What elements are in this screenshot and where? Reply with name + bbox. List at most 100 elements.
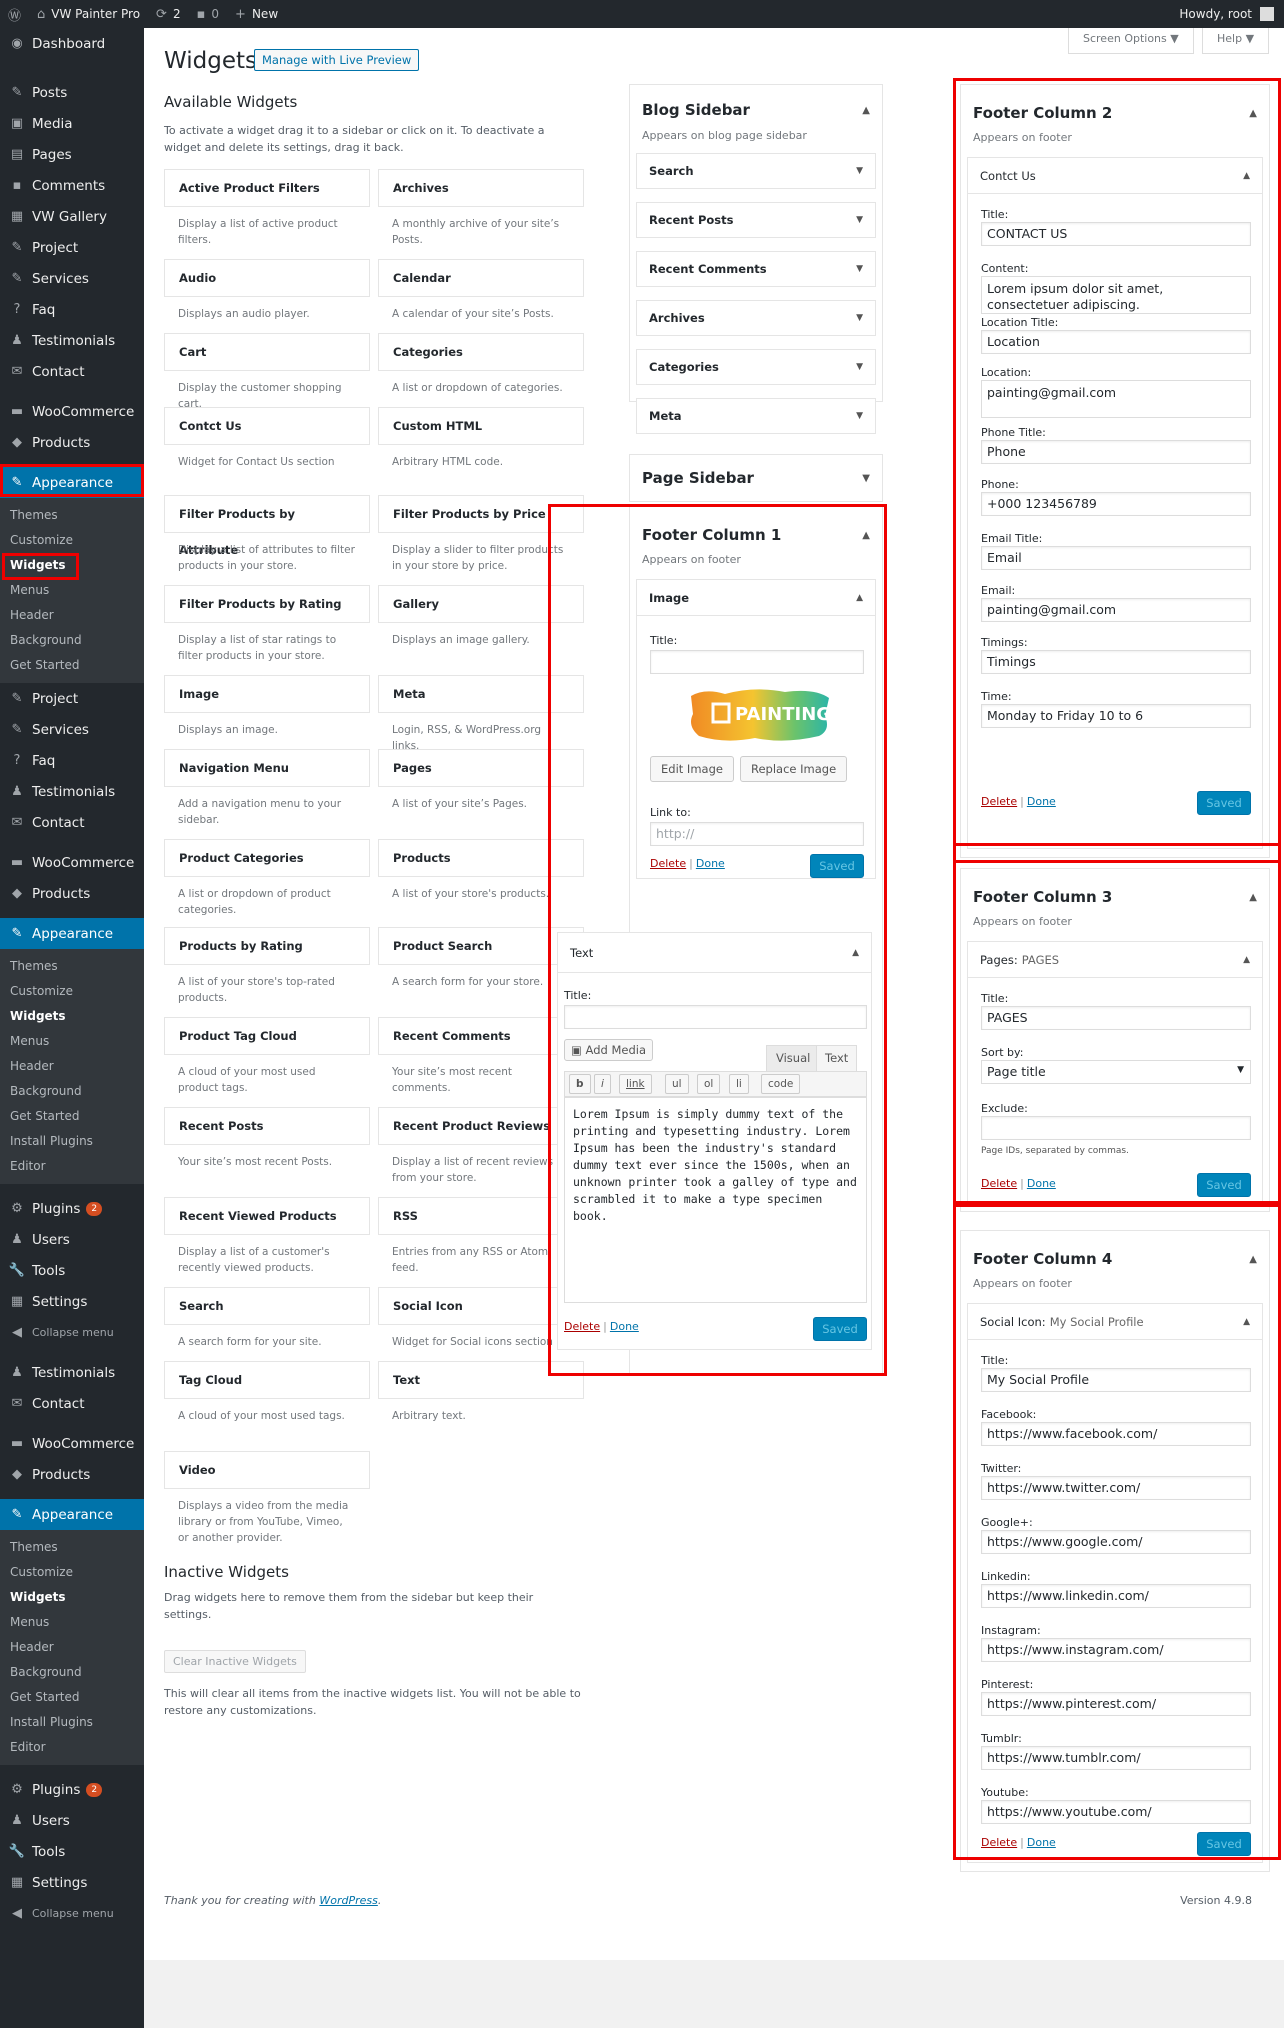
quicktag-code-button[interactable]: code	[761, 1074, 801, 1094]
blog-sidebar-widget-recent-comments[interactable]: Recent Comments ▼	[636, 251, 876, 287]
widget-title[interactable]: Recent Comments	[378, 1017, 584, 1055]
footer-column-3-header[interactable]: Footer Column 3 ▲	[961, 869, 1269, 913]
caret-down-icon[interactable]: ▼	[856, 264, 863, 274]
submenu-item-widgets[interactable]: Widgets	[0, 1585, 144, 1610]
submenu-item-themes[interactable]: Themes	[0, 1535, 144, 1560]
new-content-link[interactable]: + New	[227, 0, 286, 28]
page-sidebar-area[interactable]: Page Sidebar ▼	[629, 454, 883, 502]
contact-field-location-title-input[interactable]: Location	[981, 330, 1251, 354]
widget-title[interactable]: Recent Viewed Products	[164, 1197, 370, 1235]
screen-options-button[interactable]: Screen Options ▼	[1068, 28, 1194, 54]
submenu-item-themes[interactable]: Themes	[0, 954, 144, 979]
footer-column-4-header[interactable]: Footer Column 4 ▲	[961, 1231, 1269, 1275]
image-title-input[interactable]	[650, 650, 864, 674]
widget-tag-cloud[interactable]: Tag Cloud A cloud of your most used tags.	[164, 1361, 370, 1424]
social-field-instagram-input[interactable]: https://www.instagram.com/	[981, 1638, 1251, 1662]
widget-title[interactable]: Product Tag Cloud	[164, 1017, 370, 1055]
widget-title[interactable]: Calendar	[378, 259, 584, 297]
submenu-item-background[interactable]: Background	[0, 1079, 144, 1104]
updates-link[interactable]: ⟳ 2	[148, 0, 189, 28]
sidebar-item-services[interactable]: ✎ Services	[0, 263, 144, 294]
widget-search[interactable]: Search A search form for your site.	[164, 1287, 370, 1350]
caret-up-icon[interactable]: ▲	[1249, 1254, 1257, 1265]
widget-title[interactable]: Pages	[378, 749, 584, 787]
sidebar-item-plugins[interactable]: ⚙ Plugins 2	[0, 1774, 144, 1805]
widget-title[interactable]: Filter Products by Rating	[164, 585, 370, 623]
widget-custom-html[interactable]: Custom HTML Arbitrary HTML code.	[378, 407, 584, 470]
widget-title[interactable]: Social Icon	[378, 1287, 584, 1325]
saved-button[interactable]: Saved	[1197, 1832, 1251, 1856]
widget-filter-products-by-price[interactable]: Filter Products by Price Display a slider…	[378, 495, 584, 574]
sidebar-item-contact[interactable]: ✉ Contact	[0, 807, 144, 838]
widget-title[interactable]: Search	[164, 1287, 370, 1325]
quicktag-link-button[interactable]: link	[619, 1074, 652, 1094]
contact-field-phone-input[interactable]: +000 123456789	[981, 492, 1251, 516]
widget-title[interactable]: Navigation Menu	[164, 749, 370, 787]
caret-up-icon[interactable]: ▲	[1249, 108, 1257, 119]
submenu-item-install-plugins[interactable]: Install Plugins	[0, 1129, 144, 1154]
widget-product-categories[interactable]: Product Categories A list or dropdown of …	[164, 839, 370, 918]
sidebar-item-woocommerce[interactable]: ▬ WooCommerce	[0, 1428, 144, 1459]
quicktag-i-button[interactable]: i	[594, 1074, 611, 1094]
contact-field-email-input[interactable]: painting@gmail.com	[981, 598, 1251, 622]
widget-title[interactable]: Cart	[164, 333, 370, 371]
caret-up-icon[interactable]: ▲	[1243, 1317, 1250, 1327]
blog-sidebar-widget-meta[interactable]: Meta ▼	[636, 398, 876, 434]
comments-link[interactable]: ▪ 0	[189, 0, 227, 28]
caret-up-icon[interactable]: ▲	[1249, 892, 1257, 903]
social-field-pinterest-input[interactable]: https://www.pinterest.com/	[981, 1692, 1251, 1716]
sidebar-item-products[interactable]: ◆ Products	[0, 878, 144, 909]
widget-navigation-menu[interactable]: Navigation Menu Add a navigation menu to …	[164, 749, 370, 828]
sidebar-item-products[interactable]: ◆ Products	[0, 427, 144, 458]
text-title-input[interactable]	[564, 1005, 867, 1029]
widget-recent-viewed-products[interactable]: Recent Viewed Products Display a list of …	[164, 1197, 370, 1276]
pages-title-input[interactable]: PAGES	[981, 1006, 1251, 1030]
sidebar-item-testimonials[interactable]: ♟ Testimonials	[0, 1357, 144, 1388]
sidebar-item-faq[interactable]: ? Faq	[0, 745, 144, 776]
widget-title[interactable]: Product Search	[378, 927, 584, 965]
caret-up-icon[interactable]: ▲	[862, 530, 870, 541]
done-link[interactable]: Done	[610, 1320, 639, 1333]
widget-title[interactable]: Products	[378, 839, 584, 877]
widget-title[interactable]: Archives	[378, 169, 584, 207]
text-tab[interactable]: Text	[816, 1045, 858, 1071]
account-menu[interactable]: Howdy, root	[1179, 7, 1284, 21]
widget-title[interactable]: Product Categories	[164, 839, 370, 877]
sidebar-item-posts[interactable]: ✎ Posts	[0, 77, 144, 108]
widget-title[interactable]: Recent Product Reviews	[378, 1107, 584, 1145]
sidebar-item-tools[interactable]: 🔧 Tools	[0, 1836, 144, 1867]
sidebar-item-appearance[interactable]: ✎ Appearance	[0, 918, 144, 949]
sidebar-item-services[interactable]: ✎ Services	[0, 714, 144, 745]
caret-down-icon[interactable]: ▼	[862, 473, 870, 484]
widget-recent-product-reviews[interactable]: Recent Product Reviews Display a list of …	[378, 1107, 584, 1186]
help-button[interactable]: Help ▼	[1202, 28, 1270, 54]
caret-down-icon[interactable]: ▼	[856, 166, 863, 176]
widget-gallery[interactable]: Gallery Displays an image gallery.	[378, 585, 584, 648]
blog-sidebar-widget-search[interactable]: Search ▼	[636, 153, 876, 189]
done-link[interactable]: Done	[696, 857, 725, 870]
widget-title[interactable]: Recent Posts	[164, 1107, 370, 1145]
sidebar-item-woocommerce[interactable]: ▬ WooCommerce	[0, 847, 144, 878]
contact-field-location-input[interactable]: painting@gmail.com	[981, 380, 1251, 418]
social-field-title-input[interactable]: My Social Profile	[981, 1368, 1251, 1392]
image-widget-header[interactable]: Image ▲	[637, 580, 875, 616]
contact-field-email-title-input[interactable]: Email	[981, 546, 1251, 570]
sidebar-item-project[interactable]: ✎ Project	[0, 683, 144, 714]
widget-meta[interactable]: Meta Login, RSS, & WordPress.org links.	[378, 675, 584, 754]
sidebar-item-users[interactable]: ♟ Users	[0, 1805, 144, 1836]
caret-up-icon[interactable]: ▲	[1243, 171, 1250, 181]
submenu-item-menus[interactable]: Menus	[0, 1610, 144, 1635]
add-media-button[interactable]: ▣ Add Media	[564, 1039, 653, 1061]
link-to-input[interactable]: http://	[650, 822, 864, 846]
submenu-item-get-started[interactable]: Get Started	[0, 1104, 144, 1129]
saved-button[interactable]: Saved	[813, 1317, 867, 1341]
sidebar-item-pages[interactable]: ▤ Pages	[0, 139, 144, 170]
saved-button[interactable]: Saved	[1197, 1173, 1251, 1197]
caret-up-icon[interactable]: ▲	[862, 105, 870, 116]
widget-contct-us[interactable]: Contct Us Widget for Contact Us section	[164, 407, 370, 470]
sidebar-item-settings[interactable]: ▦ Settings	[0, 1286, 144, 1317]
submenu-item-header[interactable]: Header	[0, 1635, 144, 1660]
widget-categories[interactable]: Categories A list or dropdown of categori…	[378, 333, 584, 396]
sidebar-item-project[interactable]: ✎ Project	[0, 232, 144, 263]
sidebar-item-vw-gallery[interactable]: ▦ VW Gallery	[0, 201, 144, 232]
